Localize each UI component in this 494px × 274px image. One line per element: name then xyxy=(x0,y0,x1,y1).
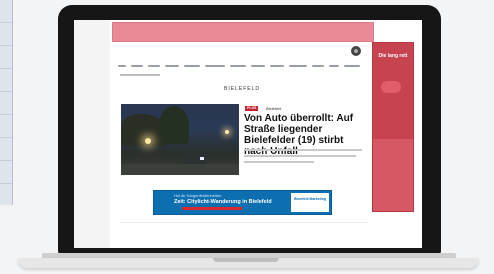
nav-item[interactable] xyxy=(251,65,265,67)
right-ad-lower-panel xyxy=(373,139,413,211)
user-avatar-icon[interactable] xyxy=(351,46,361,56)
nav-item[interactable] xyxy=(165,65,179,67)
teaser-line xyxy=(244,149,362,151)
article-hero-image[interactable] xyxy=(121,104,239,175)
laptop-notch xyxy=(213,258,279,262)
banner-title: Zeit: Citylicht-Wanderung in Bielefeld xyxy=(174,199,272,205)
banner-logo-text: Bielefeld Marketing xyxy=(294,197,327,201)
breadcrumb[interactable] xyxy=(120,74,160,76)
teaser-line xyxy=(244,161,314,163)
top-advertisement[interactable] xyxy=(112,22,374,42)
nav-item[interactable] xyxy=(230,65,246,67)
laptop-screen: Die lang rett BIELEFELD PLUS Bielefeld V… xyxy=(74,20,422,248)
right-advertisement[interactable]: Die lang rett xyxy=(372,42,414,212)
nav-item[interactable] xyxy=(205,65,225,67)
nav-item[interactable] xyxy=(312,65,324,67)
image-street-lamp xyxy=(145,138,151,144)
image-street-lamp xyxy=(225,130,229,134)
plus-badge: PLUS xyxy=(245,106,259,111)
banner-kicker: Hol dir Kärgenfeldenheiten xyxy=(174,193,222,198)
background-table-row xyxy=(0,92,12,115)
nav-item[interactable] xyxy=(344,65,360,67)
article-teaser xyxy=(244,149,364,167)
background-table-row xyxy=(0,23,12,46)
image-car xyxy=(183,152,207,164)
background-table-row xyxy=(0,115,12,138)
background-table-row xyxy=(0,161,12,184)
page-left-gutter xyxy=(74,20,110,248)
nav-item-home[interactable] xyxy=(118,65,126,67)
banner-logo-box xyxy=(291,193,329,212)
nav-item[interactable] xyxy=(184,65,200,67)
nav-item[interactable] xyxy=(329,65,339,67)
nav-item[interactable] xyxy=(289,65,307,67)
article-topic[interactable]: Bielefeld xyxy=(266,106,281,111)
image-road xyxy=(121,164,239,175)
event-banner-ad[interactable]: Hol dir Kärgenfeldenheiten Zeit: Citylic… xyxy=(153,190,332,215)
nav-item[interactable] xyxy=(270,65,284,67)
banner-accent-bar xyxy=(182,207,242,210)
main-navigation xyxy=(118,62,366,70)
section-title: BIELEFELD xyxy=(224,86,260,92)
right-ad-label: Die lang rett xyxy=(378,53,408,59)
image-tree xyxy=(159,106,189,144)
background-table-row xyxy=(0,69,12,92)
nav-item[interactable] xyxy=(131,65,143,67)
teaser-line xyxy=(244,155,356,157)
heart-icon xyxy=(381,81,401,93)
background-table-row xyxy=(0,138,12,161)
background-table-row xyxy=(0,0,12,23)
background-table-panel xyxy=(0,0,13,205)
nav-item[interactable] xyxy=(148,65,160,67)
divider xyxy=(120,222,368,223)
background-table-row xyxy=(0,46,12,69)
